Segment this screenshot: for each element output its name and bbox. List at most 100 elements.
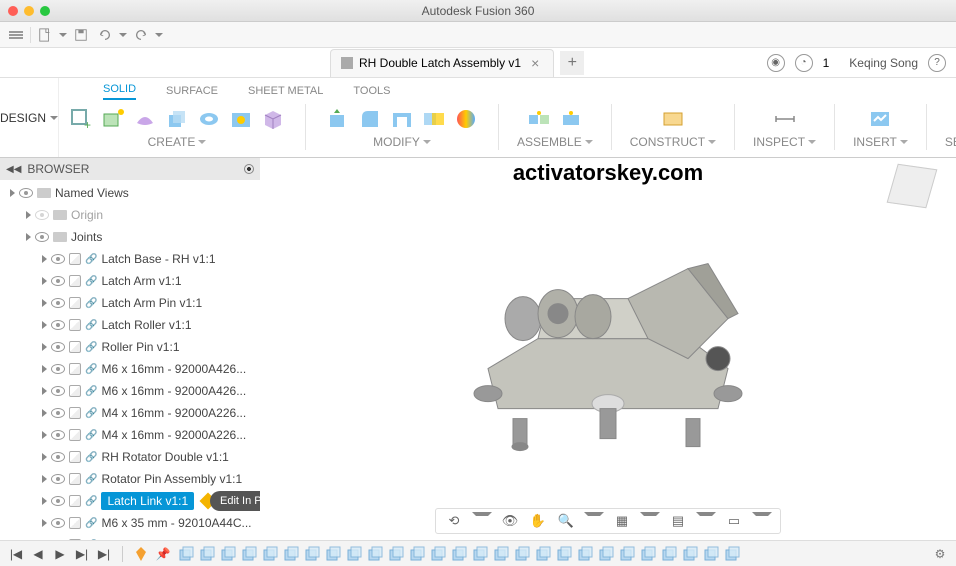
timeline-next-button[interactable]: ▶| — [74, 546, 90, 562]
new-tab-button[interactable]: + — [560, 51, 584, 75]
timeline-feature[interactable] — [282, 545, 300, 563]
tree-row[interactable]: 🔗Latch Arm v1:1 — [0, 270, 260, 292]
expand-icon[interactable] — [42, 299, 47, 307]
expand-icon[interactable] — [10, 189, 15, 197]
timeline-end-button[interactable]: ▶| — [96, 546, 112, 562]
appearance-button[interactable] — [452, 105, 480, 133]
canvas[interactable]: activatorskey.com — [260, 158, 956, 540]
new-component-button[interactable]: + — [67, 105, 95, 133]
measure-button[interactable] — [771, 105, 799, 133]
zoom-dropdown-icon[interactable] — [584, 512, 604, 530]
timeline-feature[interactable] — [723, 545, 741, 563]
fillet-button[interactable] — [356, 105, 384, 133]
timeline-feature[interactable] — [597, 545, 615, 563]
timeline-feature[interactable] — [324, 545, 342, 563]
visibility-icon[interactable] — [51, 430, 65, 440]
expand-icon[interactable] — [42, 409, 47, 417]
timeline-feature[interactable] — [240, 545, 258, 563]
timeline-feature[interactable] — [618, 545, 636, 563]
visibility-icon[interactable] — [51, 298, 65, 308]
tree-row[interactable]: Joints — [0, 226, 260, 248]
timeline-feature[interactable] — [702, 545, 720, 563]
select-label[interactable]: SELECT — [945, 135, 956, 149]
expand-icon[interactable] — [42, 255, 47, 263]
timeline-feature[interactable] — [387, 545, 405, 563]
as-built-joint-button[interactable] — [557, 105, 585, 133]
tree-row[interactable]: 🔗M6 x 35 mm - 92010A44C... — [0, 512, 260, 534]
hole-button[interactable] — [227, 105, 255, 133]
timeline-feature[interactable] — [471, 545, 489, 563]
construct-plane-button[interactable] — [659, 105, 687, 133]
timeline-marker-icon[interactable] — [133, 546, 149, 562]
viewport-button[interactable]: ▭ — [724, 512, 744, 530]
timeline-pin-icon[interactable]: 📌 — [155, 546, 171, 562]
visibility-icon[interactable] — [51, 276, 65, 286]
view-cube[interactable] — [892, 166, 938, 212]
expand-icon[interactable] — [26, 211, 31, 219]
orbit-dropdown-icon[interactable] — [472, 512, 492, 530]
redo-button[interactable] — [131, 25, 151, 45]
timeline-start-button[interactable]: |◀ — [8, 546, 24, 562]
expand-icon[interactable] — [42, 475, 47, 483]
orbit-button[interactable]: ⟲ — [444, 512, 464, 530]
data-panel-button[interactable] — [6, 25, 26, 45]
help-icon[interactable]: ? — [928, 54, 946, 72]
save-button[interactable] — [71, 25, 91, 45]
timeline-feature[interactable] — [261, 545, 279, 563]
job-status-icon[interactable]: ◔ — [795, 54, 813, 72]
timeline-feature[interactable] — [198, 545, 216, 563]
visibility-icon[interactable] — [51, 386, 65, 396]
combine-button[interactable] — [420, 105, 448, 133]
timeline-feature[interactable] — [345, 545, 363, 563]
expand-icon[interactable] — [26, 233, 31, 241]
timeline-play-button[interactable]: ▶ — [52, 546, 68, 562]
visibility-icon[interactable] — [51, 452, 65, 462]
document-tab[interactable]: RH Double Latch Assembly v1 × — [330, 49, 554, 77]
visibility-icon[interactable] — [51, 342, 65, 352]
tree-row[interactable]: 🔗M6 x 16mm - 92000A426... — [0, 358, 260, 380]
timeline-feature[interactable] — [429, 545, 447, 563]
press-pull-button[interactable] — [324, 105, 352, 133]
tree-row[interactable]: 🔗Roller Pin v1:1 — [0, 336, 260, 358]
shell-button[interactable] — [388, 105, 416, 133]
form-button[interactable] — [131, 105, 159, 133]
tree-row[interactable]: 🔗Latch Link v1:1Edit In Place — [0, 490, 260, 512]
timeline-prev-button[interactable]: ◀ — [30, 546, 46, 562]
tree-row[interactable]: 🔗Latch Roller v1:1 — [0, 314, 260, 336]
visibility-icon[interactable] — [51, 518, 65, 528]
visibility-icon[interactable] — [51, 254, 65, 264]
pan-button[interactable]: ✋ — [528, 512, 548, 530]
timeline-feature[interactable] — [492, 545, 510, 563]
assemble-label[interactable]: ASSEMBLE — [517, 135, 593, 149]
expand-icon[interactable] — [42, 519, 47, 527]
timeline-feature[interactable] — [660, 545, 678, 563]
timeline-feature[interactable] — [555, 545, 573, 563]
display-settings-button[interactable]: ▦ — [612, 512, 632, 530]
visibility-icon[interactable] — [51, 496, 65, 506]
minimize-window-icon[interactable] — [24, 6, 34, 16]
revolve-button[interactable] — [195, 105, 223, 133]
expand-icon[interactable] — [42, 277, 47, 285]
expand-icon[interactable] — [42, 453, 47, 461]
create-label[interactable]: CREATE — [148, 135, 207, 149]
viewport-dropdown-icon[interactable] — [752, 512, 772, 530]
box-button[interactable] — [259, 105, 287, 133]
grid-settings-button[interactable]: ▤ — [668, 512, 688, 530]
expand-icon[interactable] — [42, 321, 47, 329]
visibility-icon[interactable] — [19, 188, 33, 198]
inspect-label[interactable]: INSPECT — [753, 135, 816, 149]
timeline-feature[interactable] — [534, 545, 552, 563]
display-dropdown-icon[interactable] — [640, 512, 660, 530]
insert-button[interactable] — [866, 105, 894, 133]
tree-row[interactable]: 🔗Latch Base - RH v1:1 — [0, 248, 260, 270]
timeline-feature[interactable] — [219, 545, 237, 563]
file-menu-button[interactable] — [35, 25, 55, 45]
joint-button[interactable] — [525, 105, 553, 133]
timeline-feature[interactable] — [513, 545, 531, 563]
expand-icon[interactable] — [42, 387, 47, 395]
tree-row[interactable]: 🔗Rotator Pin Assembly v1:1 — [0, 468, 260, 490]
expand-icon[interactable] — [42, 365, 47, 373]
timeline-feature[interactable] — [450, 545, 468, 563]
user-name[interactable]: Keqing Song — [849, 56, 918, 70]
visibility-icon[interactable] — [51, 364, 65, 374]
